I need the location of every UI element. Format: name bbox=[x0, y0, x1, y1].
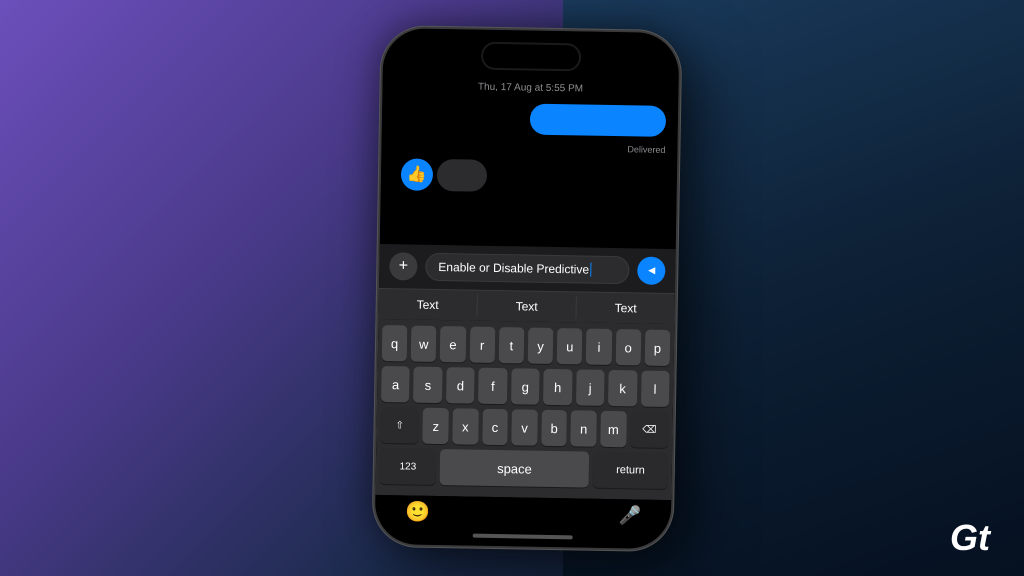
delivered-label: Delivered bbox=[393, 140, 665, 155]
key-x[interactable]: x bbox=[452, 408, 478, 444]
input-text: Enable or Disable Predictive bbox=[438, 260, 589, 277]
key-a[interactable]: a bbox=[381, 366, 410, 402]
home-bar bbox=[473, 534, 573, 540]
send-arrow-icon: ▲ bbox=[644, 265, 658, 277]
message-input[interactable]: Enable or Disable Predictive bbox=[425, 253, 629, 285]
key-b[interactable]: b bbox=[541, 410, 567, 446]
key-u[interactable]: u bbox=[557, 328, 583, 364]
key-t[interactable]: t bbox=[498, 327, 524, 363]
predictive-text-bar: Text Text Text bbox=[378, 288, 674, 324]
key-k[interactable]: k bbox=[608, 370, 637, 406]
iphone-frame: Thu, 17 Aug at 5:55 PM Delivered 👍 + En bbox=[372, 26, 681, 551]
key-c[interactable]: c bbox=[482, 409, 508, 445]
thumbs-up-reaction: 👍 bbox=[401, 158, 434, 191]
home-indicator bbox=[375, 526, 671, 549]
emoji-icon[interactable]: 🙂 bbox=[405, 499, 430, 524]
dynamic-island bbox=[481, 42, 581, 72]
guiding-tech-logo-svg: Gt bbox=[948, 516, 1004, 556]
keyboard-row-1: q w e r t y u i o p bbox=[382, 325, 671, 366]
predictive-item-3[interactable]: Text bbox=[576, 296, 674, 320]
key-v[interactable]: v bbox=[511, 409, 537, 445]
message-timestamp: Thu, 17 Aug at 5:55 PM bbox=[394, 80, 666, 96]
key-n[interactable]: n bbox=[571, 410, 597, 446]
key-d[interactable]: d bbox=[446, 367, 475, 403]
svg-text:Gt: Gt bbox=[950, 517, 992, 556]
key-j[interactable]: j bbox=[576, 369, 605, 405]
key-l[interactable]: l bbox=[640, 371, 669, 407]
page-container: Thu, 17 Aug at 5:55 PM Delivered 👍 + En bbox=[0, 0, 1024, 576]
input-area: + Enable or Disable Predictive ▲ bbox=[379, 244, 676, 293]
bottom-icons-bar: 🙂 🎤 bbox=[375, 495, 671, 531]
messages-area: Thu, 17 Aug at 5:55 PM Delivered 👍 bbox=[380, 72, 679, 249]
gt-logo: Gt bbox=[948, 516, 1004, 556]
key-w[interactable]: w bbox=[411, 326, 437, 362]
key-e[interactable]: e bbox=[440, 326, 466, 362]
key-g[interactable]: g bbox=[511, 368, 540, 404]
microphone-icon[interactable]: 🎤 bbox=[618, 505, 641, 526]
shift-key[interactable]: ⇧ bbox=[380, 407, 419, 444]
key-h[interactable]: h bbox=[543, 369, 572, 405]
reaction-row: 👍 bbox=[393, 158, 666, 195]
delete-key[interactable]: ⌫ bbox=[630, 411, 669, 448]
key-f[interactable]: f bbox=[478, 368, 507, 404]
plus-button[interactable]: + bbox=[389, 252, 417, 280]
dark-bubble bbox=[437, 159, 488, 192]
phone-mockup: Thu, 17 Aug at 5:55 PM Delivered 👍 + En bbox=[338, 23, 656, 553]
sent-bubble bbox=[530, 104, 666, 137]
predictive-item-1[interactable]: Text bbox=[379, 293, 478, 317]
keyboard-row-2: a s d f g h j k l bbox=[381, 366, 670, 407]
keyboard: q w e r t y u i o p a s bbox=[375, 319, 674, 500]
key-q[interactable]: q bbox=[382, 325, 408, 361]
status-bar bbox=[383, 28, 680, 77]
key-i[interactable]: i bbox=[586, 329, 612, 365]
text-cursor bbox=[590, 263, 591, 277]
keyboard-row-bottom: 123 space return bbox=[380, 448, 669, 489]
keyboard-row-3: ⇧ z x c v b n m ⌫ bbox=[380, 407, 669, 448]
key-o[interactable]: o bbox=[615, 329, 641, 365]
key-z[interactable]: z bbox=[423, 408, 449, 444]
return-key[interactable]: return bbox=[593, 452, 668, 489]
key-s[interactable]: s bbox=[413, 367, 442, 403]
phone-screen: Thu, 17 Aug at 5:55 PM Delivered 👍 + En bbox=[375, 28, 680, 549]
space-key[interactable]: space bbox=[440, 449, 590, 488]
key-r[interactable]: r bbox=[469, 327, 495, 363]
key-y[interactable]: y bbox=[528, 328, 554, 364]
numbers-key[interactable]: 123 bbox=[380, 448, 437, 485]
predictive-item-2[interactable]: Text bbox=[477, 295, 576, 319]
send-button[interactable]: ▲ bbox=[637, 256, 665, 284]
key-p[interactable]: p bbox=[644, 330, 670, 366]
key-m[interactable]: m bbox=[600, 411, 626, 447]
